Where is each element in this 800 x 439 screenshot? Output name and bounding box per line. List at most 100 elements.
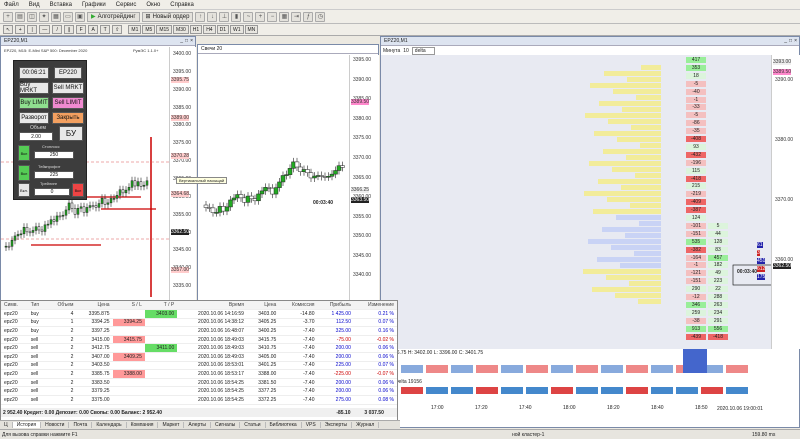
terminal-tab[interactable]: VPS — [302, 422, 321, 428]
menu-item[interactable]: Вид — [29, 2, 40, 8]
chart-bars-icon[interactable]: ⊥ — [219, 11, 230, 22]
timeframe-button[interactable]: D1 — [216, 25, 229, 34]
timeframe-button[interactable]: M30 — [173, 25, 189, 34]
column-header[interactable]: Прибыль — [317, 301, 354, 311]
chart-line-icon[interactable]: ~ — [243, 11, 254, 22]
menu-item[interactable]: Справка — [170, 2, 194, 8]
algo-trading-button[interactable]: ▶ Алготрейдинг — [87, 11, 140, 22]
terminal-tab[interactable]: История — [12, 422, 42, 428]
terminal-tab[interactable]: Библиотека — [266, 422, 302, 428]
table-row[interactable]: epz20 sell 2 3407.00 3409.25 2020.10.06 18:49… — [1, 352, 397, 362]
table-row[interactable]: epz20 sell 2 3383.50 2020.10.06 18:54:25 3381… — [1, 378, 397, 388]
timeframe-button[interactable]: H1 — [189, 25, 203, 34]
reverse-button[interactable]: Разворот — [19, 112, 49, 124]
terminal-tab[interactable]: Маркет — [158, 422, 185, 428]
breakeven-button[interactable]: БУ — [59, 126, 83, 141]
market-watch-icon[interactable]: ◫ — [27, 11, 37, 22]
menu-item[interactable]: Окно — [146, 2, 160, 8]
vline-icon[interactable]: | — [27, 25, 38, 34]
cursor-icon[interactable]: ↖ — [3, 25, 14, 34]
clock-icon[interactable]: ◷ — [315, 11, 326, 22]
trendline-icon[interactable]: / — [52, 25, 63, 34]
terminal-tab[interactable]: Ц — [0, 422, 13, 428]
cluster-tf[interactable]: 10 — [403, 48, 409, 54]
column-header[interactable]: Цена — [76, 301, 113, 311]
table-row[interactable]: epz20 sell 2 3385.75 3388.00 2020.10.06 18:53… — [1, 369, 397, 379]
channel-icon[interactable]: ∥ — [64, 25, 75, 34]
text-icon[interactable]: A — [88, 25, 99, 34]
trailing-toggle-on[interactable]: Вкл — [72, 183, 84, 197]
menu-item[interactable]: Графики — [82, 2, 106, 8]
trailing-toggle-off[interactable]: Вкл. — [18, 183, 30, 197]
terminal-tab[interactable]: Эксперты — [321, 422, 353, 428]
table-row[interactable]: epz20 sell 2 3403.50 2020.10.06 18:53:01 3401… — [1, 361, 397, 371]
column-header[interactable]: Тип — [27, 301, 47, 311]
terminal-tab[interactable]: Календарь — [92, 422, 127, 428]
column-header[interactable]: S / L — [112, 301, 145, 311]
timeframe-button[interactable]: MN — [244, 25, 259, 34]
timeframe-button[interactable]: M15 — [156, 25, 173, 34]
timeframe-value[interactable]: 20 — [217, 46, 223, 52]
stoploss-input[interactable]: 250 — [34, 151, 74, 159]
table-row[interactable]: epz20 buy 1 3394.25 3394.25 2020.10.06 14:38:… — [1, 318, 397, 328]
trailing-input[interactable]: 0 — [34, 188, 70, 196]
column-header[interactable]: Симв. — [1, 301, 28, 311]
table-row[interactable]: epz20 buy 4 3395.875 3403.00 2020.10.06 14:16… — [1, 309, 397, 319]
maximize-icon[interactable]: □ — [185, 38, 188, 44]
buy-icon[interactable]: ↑ — [195, 11, 206, 22]
terminal-tab[interactable]: Новости — [41, 422, 70, 428]
column-header[interactable]: Цена — [246, 301, 280, 311]
close-icon[interactable]: × — [794, 38, 797, 44]
terminal-tab[interactable]: Сигналы — [211, 422, 241, 428]
fibo-icon[interactable]: F — [76, 25, 87, 34]
maximize-icon[interactable]: □ — [789, 38, 792, 44]
close-all-button[interactable]: Закрыть — [52, 112, 84, 124]
sell-icon[interactable]: ↓ — [207, 11, 218, 22]
profiles-icon[interactable]: ▤ — [15, 11, 25, 22]
arrow-icon[interactable]: ⇧ — [112, 25, 123, 34]
close-icon[interactable]: × — [190, 38, 193, 44]
table-row[interactable]: epz20 sell 2 3412.75 3411.00 2020.10.06 18:49… — [1, 343, 397, 354]
data-window-icon[interactable]: ▦ — [51, 11, 61, 22]
menu-item[interactable]: Сервис — [116, 2, 137, 8]
timeframe-button[interactable]: M1 — [128, 25, 142, 34]
sell-market-button[interactable]: Sell MRKT — [52, 82, 84, 94]
table-row[interactable]: epz20 buy 2 3397.25 2020.10.06 16:48:07 3400.… — [1, 326, 397, 336]
indicators-icon[interactable]: ƒ — [303, 11, 314, 22]
label-icon[interactable]: T — [100, 25, 111, 34]
terminal-icon[interactable]: ▭ — [63, 11, 73, 22]
takeprofit-toggle[interactable]: Вкл — [18, 165, 30, 181]
navigator-icon[interactable]: ✦ — [39, 11, 49, 22]
minimize-icon[interactable]: _ — [784, 38, 787, 44]
buy-limit-button[interactable]: Buy LIMIT — [19, 97, 49, 109]
menu-item[interactable]: Вставка — [50, 2, 72, 8]
autoscroll-icon[interactable]: ⇥ — [291, 11, 302, 22]
buy-market-button[interactable]: Buy MRKT — [19, 82, 49, 94]
minimize-icon[interactable]: _ — [180, 38, 183, 44]
menu-item[interactable]: Файл — [4, 2, 19, 8]
new-chart-icon[interactable]: + — [3, 11, 13, 22]
crosshair-icon[interactable]: + — [15, 25, 26, 34]
timeframe-button[interactable]: W1 — [230, 25, 244, 34]
terminal-tab[interactable]: Статьи — [240, 422, 266, 428]
column-header[interactable]: Объем — [46, 301, 77, 311]
zoom-out-icon[interactable]: − — [267, 11, 278, 22]
terminal-tab[interactable]: Алерты — [184, 422, 212, 428]
terminal-tab[interactable]: Журнал — [352, 422, 380, 428]
tile-icon[interactable]: ▦ — [279, 11, 290, 22]
column-header[interactable]: T / P — [144, 301, 178, 311]
tester-icon[interactable]: ▣ — [75, 11, 85, 22]
zoom-in-icon[interactable]: + — [255, 11, 266, 22]
terminal-tab[interactable]: Компания — [127, 422, 159, 428]
terminal-tab[interactable]: Почта — [69, 422, 93, 428]
cluster-type-select[interactable]: delta — [411, 47, 435, 55]
timeframe-button[interactable]: M5 — [142, 25, 156, 34]
table-row[interactable]: epz20 sell 2 3415.00 3415.75 2020.10.06 18:49… — [1, 335, 397, 345]
column-header[interactable]: Время — [177, 301, 247, 311]
table-row[interactable]: epz20 sell 2 3379.25 2020.10.06 18:54:25 3377… — [1, 386, 397, 397]
new-order-button[interactable]: ⊞ Новый ордер — [141, 11, 194, 22]
volume-input[interactable]: 2.00 — [19, 132, 53, 141]
sell-limit-button[interactable]: Sell LIMIT — [52, 97, 84, 109]
table-row[interactable]: epz20 sell 2 3375.00 2020.10.06 18:54:25 3372… — [1, 395, 397, 405]
timeframe-button[interactable]: H4 — [203, 25, 216, 34]
